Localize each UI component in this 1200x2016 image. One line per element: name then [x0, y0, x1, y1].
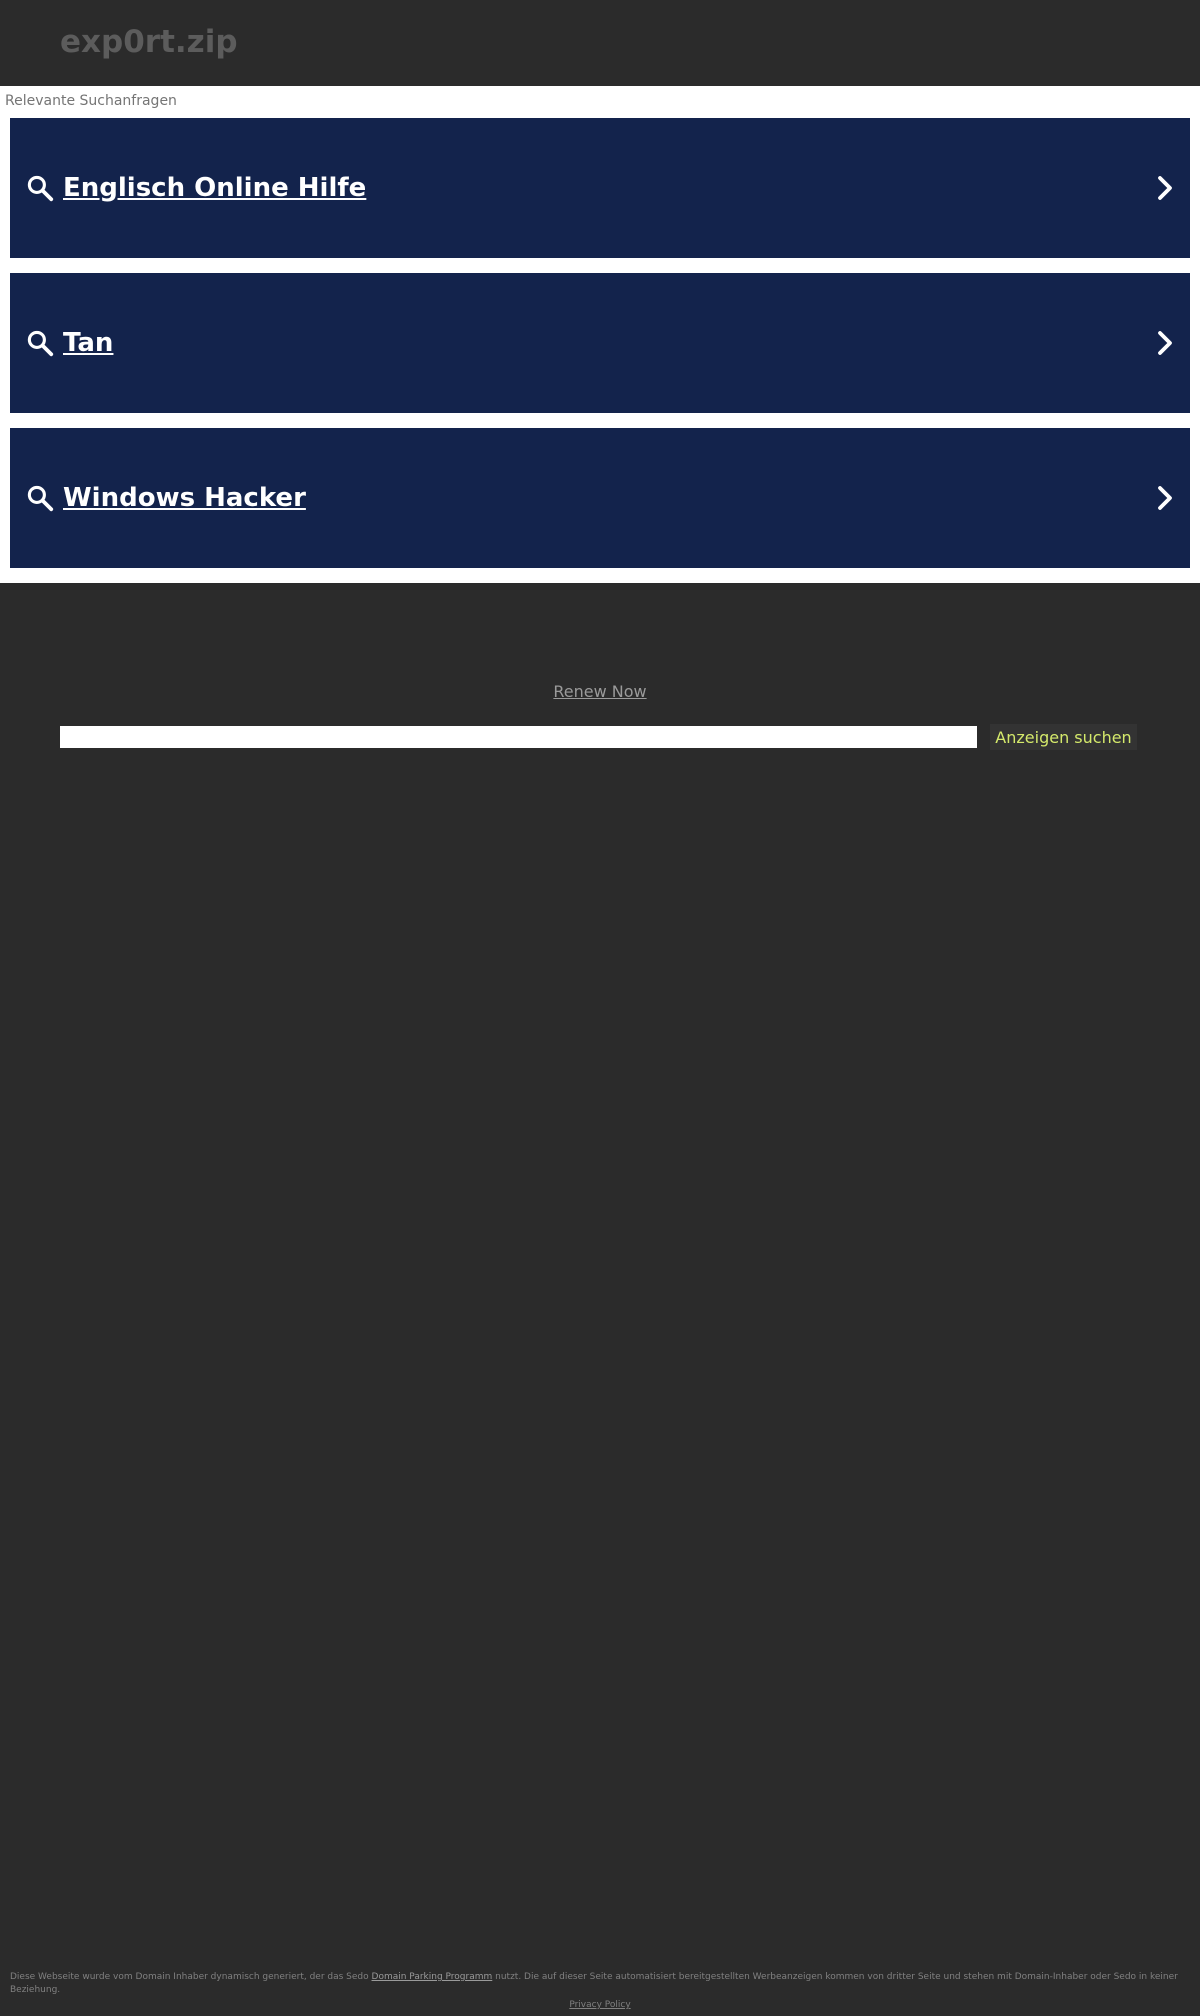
- domain-parking-link[interactable]: Domain Parking Programm: [372, 1972, 493, 1982]
- result-item-englisch-online-hilfe[interactable]: Englisch Online Hilfe: [10, 118, 1190, 258]
- privacy-policy-link[interactable]: Privacy Policy: [569, 2000, 630, 2010]
- result-link[interactable]: Tan: [63, 323, 113, 363]
- search-ads-button[interactable]: Anzeigen suchen: [990, 724, 1137, 750]
- result-link[interactable]: Englisch Online Hilfe: [63, 168, 366, 208]
- chevron-right-icon: [1158, 486, 1172, 510]
- footer-disclaimer: Diese Webseite wurde vom Domain Inhaber …: [10, 1971, 1190, 1997]
- header: exp0rt.zip: [0, 0, 1200, 86]
- footer-text-before: Diese Webseite wurde vom Domain Inhaber …: [10, 1972, 372, 1982]
- search-icon: [27, 485, 54, 512]
- search-input[interactable]: [60, 726, 977, 748]
- renew-container: Renew Now: [0, 681, 1200, 703]
- result-link[interactable]: Windows Hacker: [63, 478, 306, 518]
- domain-title: exp0rt.zip: [60, 24, 238, 60]
- result-item-windows-hacker[interactable]: Windows Hacker: [10, 428, 1190, 568]
- search-icon: [27, 175, 54, 202]
- related-searches-label: Relevante Suchanfragen: [5, 93, 177, 109]
- chevron-right-icon: [1158, 331, 1172, 355]
- result-item-tan[interactable]: Tan: [10, 273, 1190, 413]
- privacy-container: Privacy Policy: [0, 1999, 1200, 2012]
- search-icon: [27, 330, 54, 357]
- renew-now-link[interactable]: Renew Now: [553, 682, 646, 701]
- related-searches: Relevante Suchanfragen Englisch Online H…: [0, 86, 1200, 583]
- search-form: Anzeigen suchen: [60, 724, 1140, 750]
- chevron-right-icon: [1158, 176, 1172, 200]
